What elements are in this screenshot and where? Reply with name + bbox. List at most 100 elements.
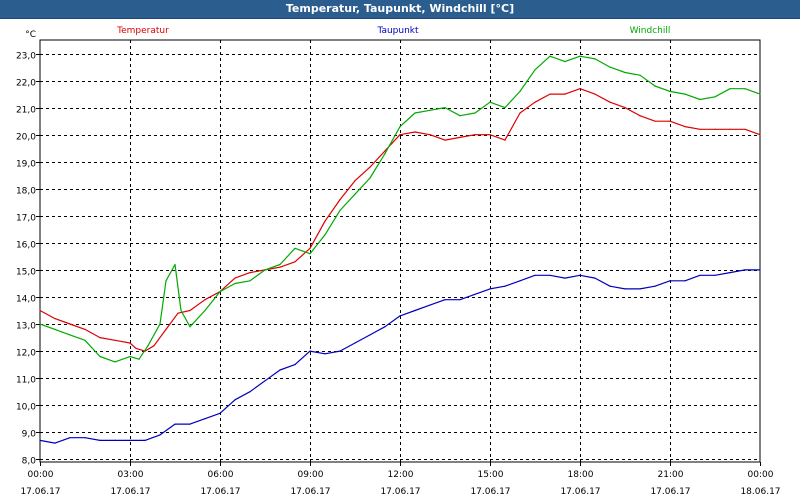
- data-point-taupunkt: [609, 285, 611, 287]
- data-point-taupunkt: [84, 437, 86, 439]
- data-point-temperatur: [504, 139, 506, 141]
- data-point-taupunkt: [354, 342, 356, 344]
- x-tick-date-label: 17.06.17: [560, 487, 600, 497]
- data-point-windchill: [54, 328, 56, 330]
- data-point-temperatur: [744, 128, 746, 130]
- data-point-taupunkt: [369, 334, 371, 336]
- data-point-windchill: [129, 355, 131, 358]
- y-tick-label: 22,0: [16, 79, 36, 89]
- x-tick-time-label: 09:00: [298, 470, 324, 480]
- data-point-windchill: [474, 112, 476, 114]
- data-point-temperatur: [135, 347, 137, 349]
- data-point-windchill: [534, 69, 536, 71]
- data-point-taupunkt: [429, 304, 431, 306]
- data-point-taupunkt: [54, 442, 56, 444]
- legend-taupunkt: Taupunkt: [376, 26, 419, 36]
- data-point-taupunkt: [399, 315, 401, 317]
- data-point-temperatur: [579, 88, 581, 90]
- data-point-taupunkt: [459, 299, 461, 301]
- data-point-windchill: [549, 55, 551, 57]
- data-point-windchill: [429, 109, 431, 111]
- data-point-windchill: [609, 66, 611, 68]
- data-point-taupunkt: [489, 288, 491, 290]
- y-tick-label: 16,0: [16, 241, 36, 251]
- x-tick-time-label: 21:00: [658, 470, 684, 480]
- data-point-temperatur: [39, 309, 41, 312]
- data-point-windchill: [114, 361, 116, 363]
- data-point-windchill: [138, 358, 140, 360]
- data-point-taupunkt: [339, 350, 341, 352]
- data-point-temperatur: [177, 312, 179, 314]
- data-point-windchill: [369, 177, 371, 179]
- data-point-temperatur: [429, 134, 431, 136]
- data-point-taupunkt: [114, 439, 116, 441]
- data-point-windchill: [219, 291, 221, 293]
- data-point-temperatur: [759, 134, 761, 136]
- x-tick-date-label: 17.06.17: [110, 487, 150, 497]
- line-chart: 8,0 9,0 10,0 11,0 12,0 13,0 14,0 15,0 16,0 17,0 18…: [16, 26, 781, 497]
- data-point-temperatur: [489, 134, 491, 136]
- y-tick-label: 10,0: [16, 403, 36, 413]
- data-point-windchill: [759, 93, 761, 95]
- data-point-taupunkt: [504, 285, 506, 287]
- data-point-taupunkt: [204, 418, 206, 420]
- data-point-temperatur: [729, 128, 731, 130]
- data-point-windchill: [324, 234, 326, 236]
- data-point-temperatur: [294, 261, 296, 263]
- data-point-windchill: [414, 112, 416, 114]
- data-point-taupunkt: [534, 274, 536, 276]
- data-point-windchill: [309, 253, 311, 255]
- data-point-taupunkt: [729, 272, 731, 274]
- data-point-temperatur: [324, 220, 326, 222]
- y-tick-label: 11,0: [16, 376, 36, 386]
- data-point-windchill: [654, 85, 656, 87]
- data-point-taupunkt: [654, 285, 656, 287]
- data-point-taupunkt: [549, 274, 551, 276]
- data-point-windchill: [264, 269, 266, 271]
- chart-window: Temperatur, Taupunkt, Windchill [°C] 8,0…: [0, 0, 800, 500]
- y-tick-label: 8,0: [22, 457, 37, 467]
- y-tick-label: 13,0: [16, 322, 36, 332]
- data-point-taupunkt: [39, 439, 41, 441]
- data-point-temperatur: [84, 328, 86, 330]
- y-tick-label: 18,0: [16, 187, 36, 197]
- data-point-taupunkt: [414, 309, 416, 312]
- x-tick-date-label: 18.06.17: [740, 487, 780, 497]
- data-point-temperatur: [684, 126, 686, 128]
- data-point-temperatur: [204, 299, 206, 301]
- data-point-temperatur: [354, 180, 356, 182]
- data-point-taupunkt: [699, 274, 701, 276]
- data-point-temperatur: [564, 93, 566, 95]
- data-point-windchill: [99, 355, 101, 358]
- data-point-taupunkt: [684, 280, 686, 282]
- x-tick-time-label: 12:00: [388, 470, 414, 480]
- x-tick-date-label: 17.06.17: [290, 487, 330, 497]
- data-point-windchill: [594, 58, 596, 60]
- window-title: Temperatur, Taupunkt, Windchill [°C]: [285, 2, 515, 15]
- data-point-windchill: [744, 88, 746, 90]
- data-point-windchill: [69, 334, 71, 336]
- data-point-windchill: [714, 96, 716, 98]
- x-tick-time-label: 15:00: [478, 470, 504, 480]
- data-point-taupunkt: [564, 277, 566, 279]
- data-point-temperatur: [459, 136, 461, 138]
- data-point-windchill: [579, 55, 581, 57]
- data-point-windchill: [699, 98, 701, 101]
- data-point-taupunkt: [189, 423, 191, 425]
- data-point-windchill: [354, 193, 356, 195]
- data-point-taupunkt: [474, 293, 476, 295]
- x-tick-date-label: 17.06.17: [380, 487, 420, 497]
- data-point-windchill: [729, 88, 731, 90]
- data-point-taupunkt: [69, 437, 71, 439]
- data-point-temperatur: [114, 339, 116, 341]
- data-point-temperatur: [69, 323, 71, 325]
- data-point-taupunkt: [579, 274, 581, 276]
- data-point-taupunkt: [249, 391, 251, 393]
- data-point-taupunkt: [219, 412, 221, 414]
- data-point-temperatur: [249, 272, 251, 274]
- data-point-taupunkt: [234, 399, 236, 401]
- x-tick-date-label: 17.06.17: [200, 487, 240, 497]
- data-point-windchill: [459, 115, 461, 117]
- legend-windchill: Windchill: [630, 26, 671, 36]
- y-unit-label: °C: [25, 30, 36, 40]
